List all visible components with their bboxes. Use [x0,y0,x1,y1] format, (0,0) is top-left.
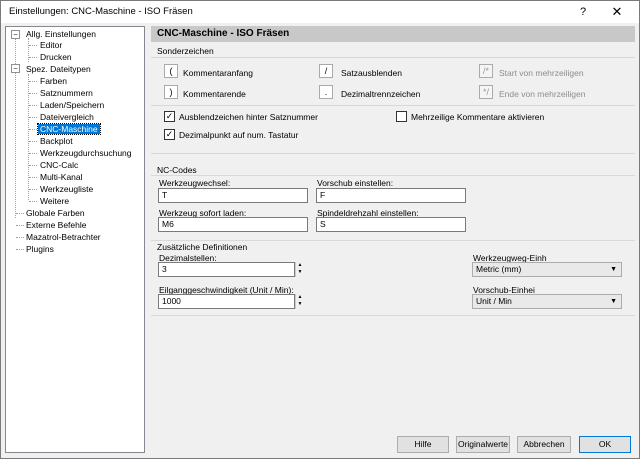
tree-item-cnc-calc[interactable]: CNC-Calc [38,159,80,171]
tree-item-label: Laden/Speichern [40,100,105,110]
tree-item-globale-farben[interactable]: Globale Farben [24,207,87,219]
ende-mehrzeilig-label: Ende von mehrzeiligen [499,89,586,99]
tree-item-satznummern[interactable]: Satznummern [38,87,95,99]
settings-window: Einstellungen: CNC-Maschine - ISO Fräsen… [0,0,640,459]
tree-item-label: Weitere [40,196,70,206]
tree-item-label: Backplot [40,136,73,146]
kommentarende-key-button[interactable]: ) [164,85,178,99]
dezimalstellen-spinner[interactable]: ▲ ▼ [295,262,304,277]
tree-item-cnc-maschine[interactable]: CNC-Maschine [37,123,101,135]
start-mehrzeilig-key-button[interactable]: /* [479,64,493,78]
tree-item-label: Editor [40,40,63,50]
sonderzeichen-group-title: Sonderzeichen [157,46,214,56]
collapse-toggle-icon[interactable]: − [11,64,20,73]
ausblendzeichen-checkbox[interactable]: ✓ [164,111,175,122]
start-mehrzeilig-label: Start von mehrzeiligen [499,68,584,78]
eilgang-input[interactable]: 1000 [158,294,295,309]
werkzeugwechsel-label: Werkzeugwechsel: [159,178,231,188]
tree-item-label: Farben [40,76,67,86]
originalwerte-button[interactable]: Originalwerte [456,436,510,453]
help-question-button[interactable]: ? [571,2,595,22]
dezimalstellen-input[interactable]: 3 [158,262,295,277]
tree-item-werkzeugliste[interactable]: Werkzeugliste [38,183,95,195]
chevron-down-icon: ▼ [610,298,617,305]
tree-item-plugins[interactable]: Plugins [24,243,56,255]
divider [151,315,635,316]
spin-up-icon[interactable]: ▲ [296,262,304,269]
page-title: CNC-Maschine - ISO Fräsen [157,28,290,39]
mehrzeilige-kommentare-checkbox[interactable] [396,111,407,122]
tree-item-multi-kanal[interactable]: Multi-Kanal [38,171,85,183]
divider [151,57,635,58]
tree-item-label: Multi-Kanal [40,172,83,182]
chevron-down-icon: ▼ [610,266,617,273]
settings-tree[interactable]: − Allg. Einstellungen Editor Drucken − S… [5,26,145,453]
collapse-toggle-icon[interactable]: − [11,30,20,39]
spin-down-icon[interactable]: ▼ [296,269,304,276]
spin-up-icon[interactable]: ▲ [296,294,304,301]
tree-item-spez-dateitypen[interactable]: Spez. Dateitypen [24,63,93,75]
tree-item-externe-befehle[interactable]: Externe Befehle [24,219,88,231]
tree-item-editor[interactable]: Editor [38,39,64,51]
nc-codes-group-title: NC-Codes [157,165,197,175]
tree-item-farben[interactable]: Farben [38,75,69,87]
ende-mehrzeilig-key-button[interactable]: */ [479,85,493,99]
tree-item-label: Satznummern [40,88,93,98]
tree-item-label: CNC-Maschine [37,123,101,135]
hilfe-button[interactable]: Hilfe [397,436,449,453]
vorschub-input[interactable]: F [316,188,466,203]
divider [151,105,635,106]
kommentarende-label: Kommentarende [183,89,246,99]
kommentaranfang-label: Kommentaranfang [183,68,253,78]
mehrzeilige-kommentare-label: Mehrzeilige Kommentare aktivieren [411,112,545,122]
vorschub-label: Vorschub einstellen: [317,178,394,188]
tree-item-dateivergleich[interactable]: Dateivergleich [38,111,96,123]
kommentaranfang-key-button[interactable]: ( [164,64,178,78]
window-title: Einstellungen: CNC-Maschine - ISO Fräsen [9,6,193,17]
tree-item-label: Plugins [26,244,54,254]
tree-item-label: Mazatrol-Betrachter [26,232,101,242]
tree-item-label: Spez. Dateitypen [26,64,91,74]
tree-item-label: Allg. Einstellungen [26,29,96,39]
dezimalpunkt-label: Dezimalpunkt auf num. Tastatur [179,130,299,140]
tree-item-label: Externe Befehle [26,220,87,230]
tree-item-label: Werkzeugdurchsuchung [40,148,132,158]
werkzeugweg-selected: Metric (mm) [476,264,522,274]
ausblendzeichen-label: Ausblendzeichen hinter Satznummer [179,112,318,122]
tree-item-drucken[interactable]: Drucken [38,51,74,63]
tree-item-laden-speichern[interactable]: Laden/Speichern [38,99,106,111]
spindel-input[interactable]: S [316,217,466,232]
tree-item-label: CNC-Calc [40,160,79,170]
title-bar: Einstellungen: CNC-Maschine - ISO Fräsen… [1,1,639,23]
tree-item-werkzeugdurchsuchung[interactable]: Werkzeugdurchsuchung [38,147,134,159]
spin-down-icon[interactable]: ▼ [296,301,304,308]
satzausblenden-key-button[interactable]: / [319,64,333,78]
tree-item-label: Drucken [40,52,72,62]
zusaetzlich-group-title: Zusätzliche Definitionen [157,242,248,252]
eilgang-spinner[interactable]: ▲ ▼ [295,294,304,309]
werkzeugweg-select[interactable]: Metric (mm) ▼ [472,262,622,277]
tree-item-label: Globale Farben [26,208,85,218]
werkzeugwechsel-input[interactable]: T [158,188,308,203]
divider [151,153,635,154]
tree-item-weitere[interactable]: Weitere [38,195,71,207]
ok-button[interactable]: OK [579,436,631,453]
vorschub-einheit-select[interactable]: Unit / Min ▼ [472,294,622,309]
tree-item-mazatrol-betrachter[interactable]: Mazatrol-Betrachter [24,231,103,243]
tree-item-backplot[interactable]: Backplot [38,135,75,147]
divider [151,240,635,241]
dezimaltrennzeichen-key-button[interactable]: . [319,85,333,99]
dezimaltrennzeichen-label: Dezimaltrennzeichen [341,89,421,99]
dezimalpunkt-checkbox[interactable]: ✓ [164,129,175,140]
vorschub-einheit-selected: Unit / Min [476,296,512,306]
abbrechen-button[interactable]: Abbrechen [517,436,571,453]
satzausblenden-label: Satzausblenden [341,68,402,78]
page-header: CNC-Maschine - ISO Fräsen [151,26,635,42]
close-button[interactable]: ✕ [599,2,635,22]
tree-item-label: Werkzeugliste [40,184,94,194]
tree-item-label: Dateivergleich [40,112,94,122]
werkzeug-sofort-input[interactable]: M6 [158,217,308,232]
divider [151,175,635,176]
